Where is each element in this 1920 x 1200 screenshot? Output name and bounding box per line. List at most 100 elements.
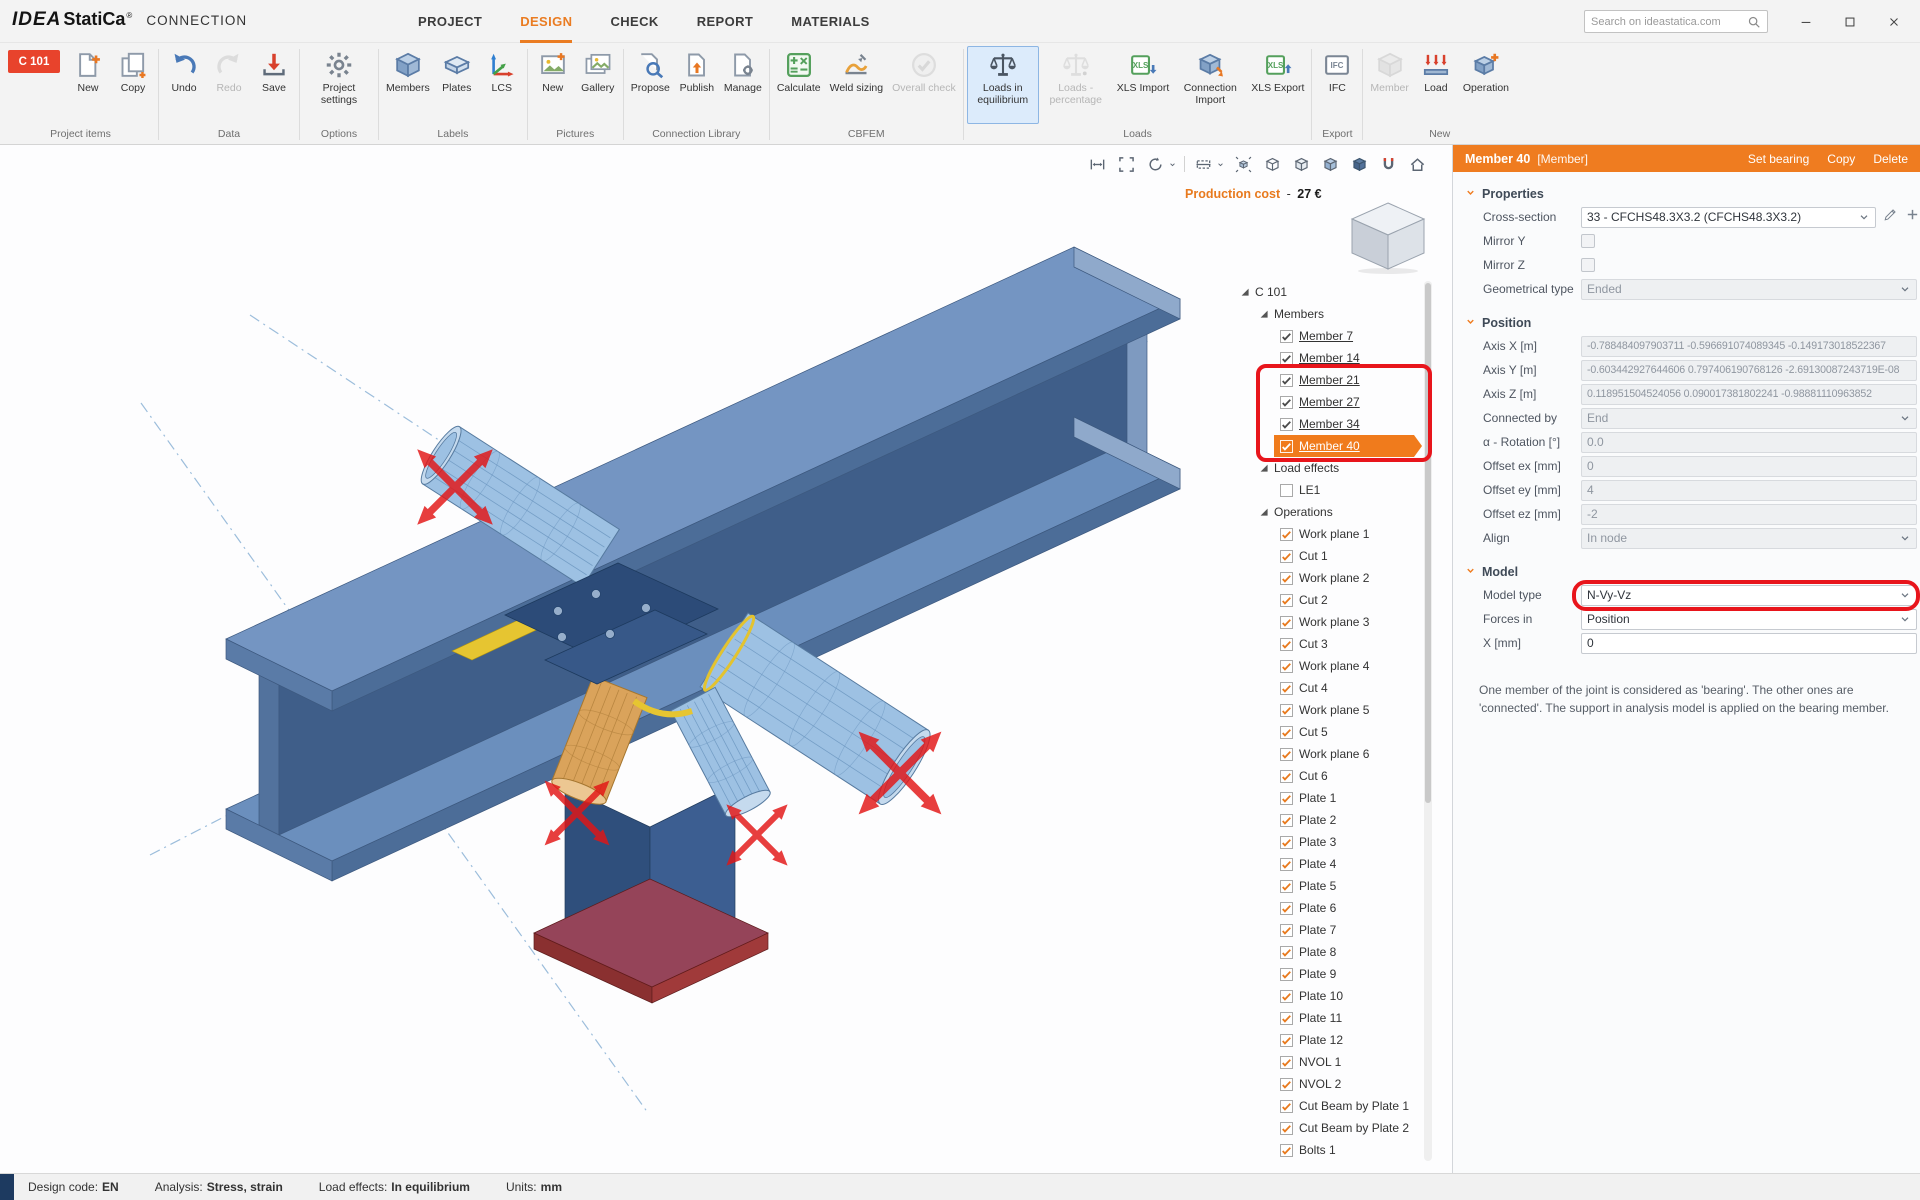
tree-item-member-14[interactable]: Member 14: [1232, 347, 1422, 369]
ribbon-button-weld-sizing[interactable]: Weld sizing: [826, 46, 888, 124]
tree-item-plate-9[interactable]: Plate 9: [1232, 963, 1422, 985]
checkbox-checked[interactable]: [1280, 989, 1293, 1003]
checkbox-checked[interactable]: [1280, 1143, 1293, 1157]
tree-item-nvol-1[interactable]: NVOL 1: [1232, 1051, 1422, 1073]
checkbox-checked[interactable]: [1280, 901, 1293, 915]
checkbox-checked[interactable]: [1280, 1011, 1293, 1025]
forces-in-select[interactable]: Position: [1581, 608, 1917, 630]
checkbox-checked[interactable]: [1280, 549, 1293, 563]
menu-tab-report[interactable]: REPORT: [697, 0, 754, 43]
ribbon-button-connection-import[interactable]: Connection Import: [1174, 46, 1246, 124]
expander-icon[interactable]: [1259, 463, 1269, 473]
checkbox-unchecked[interactable]: [1280, 483, 1293, 497]
menu-tab-design[interactable]: DESIGN: [520, 0, 573, 43]
checkbox-checked[interactable]: [1280, 769, 1293, 783]
checkbox-checked[interactable]: [1280, 440, 1293, 453]
menu-tab-check[interactable]: CHECK: [610, 0, 658, 43]
section-header-position[interactable]: Position: [1453, 307, 1920, 334]
tree-item-work-plane-1[interactable]: Work plane 1: [1232, 523, 1422, 545]
checkbox-checked[interactable]: [1280, 373, 1293, 387]
tree-item-plate-4[interactable]: Plate 4: [1232, 853, 1422, 875]
checkbox-checked[interactable]: [1280, 703, 1293, 717]
tree-item-members[interactable]: Members: [1232, 303, 1422, 325]
ribbon-button-gallery[interactable]: Gallery: [576, 46, 620, 124]
project-item-badge[interactable]: C 101: [8, 50, 60, 73]
checkbox-checked[interactable]: [1280, 351, 1293, 365]
tree-item-cut-4[interactable]: Cut 4: [1232, 677, 1422, 699]
mirror-z-checkbox[interactable]: [1581, 258, 1595, 272]
ribbon-button-calculate[interactable]: Calculate: [773, 46, 825, 124]
hidden-line-view-icon[interactable]: [1290, 153, 1312, 175]
tree-item-plate-7[interactable]: Plate 7: [1232, 919, 1422, 941]
checkbox-checked[interactable]: [1280, 1055, 1293, 1069]
ribbon-button-operation[interactable]: Operation: [1459, 46, 1513, 124]
plus-icon[interactable]: [1905, 207, 1920, 227]
tree-item-nvol-2[interactable]: NVOL 2: [1232, 1073, 1422, 1095]
checkbox-checked[interactable]: [1280, 945, 1293, 959]
checkbox-checked[interactable]: [1280, 1121, 1293, 1135]
expander-icon[interactable]: [1259, 507, 1269, 517]
close-button[interactable]: [1872, 0, 1916, 43]
tree-item-plate-5[interactable]: Plate 5: [1232, 875, 1422, 897]
checkbox-checked[interactable]: [1280, 967, 1293, 981]
tree-item-member-40[interactable]: Member 40: [1274, 435, 1422, 457]
cross-section-select[interactable]: 33 - CFCHS48.3X3.2 (CFCHS48.3X3.2): [1581, 206, 1876, 228]
chevron-down-icon[interactable]: [1168, 160, 1177, 169]
tree-item-bolts-1[interactable]: Bolts 1: [1232, 1139, 1422, 1161]
ribbon-button-copy[interactable]: Copy: [111, 46, 155, 124]
tree-item-load-effects[interactable]: Load effects: [1232, 457, 1422, 479]
maximize-button[interactable]: [1828, 0, 1872, 43]
ribbon-button-xls-import[interactable]: XLS XLS Import: [1113, 46, 1174, 124]
pencil-icon[interactable]: [1883, 207, 1898, 227]
tree-item-plate-6[interactable]: Plate 6: [1232, 897, 1422, 919]
checkbox-checked[interactable]: [1280, 1033, 1293, 1047]
tree-scrollbar[interactable]: [1424, 281, 1432, 1161]
delete-member-button[interactable]: Delete: [1873, 152, 1908, 166]
mirror-y-checkbox[interactable]: [1581, 234, 1595, 248]
search-icon[interactable]: [1747, 15, 1767, 29]
solid-view-icon[interactable]: [1348, 153, 1370, 175]
ribbon-button-manage[interactable]: Manage: [720, 46, 766, 124]
explode-view-icon[interactable]: [1232, 153, 1254, 175]
tree-item-cut-2[interactable]: Cut 2: [1232, 589, 1422, 611]
ribbon-button-loads-in-equilibrium[interactable]: Loads in equilibrium: [966, 46, 1039, 124]
ribbon-button-publish[interactable]: Publish: [675, 46, 719, 124]
tree-item-cut-1[interactable]: Cut 1: [1232, 545, 1422, 567]
x-mm-input[interactable]: 0: [1581, 632, 1917, 654]
zoom-extents-icon[interactable]: [1115, 153, 1137, 175]
model-type-select[interactable]: N-Vy-Vz: [1581, 584, 1917, 606]
ribbon-button-save[interactable]: Save: [252, 46, 296, 124]
fit-width-icon[interactable]: [1086, 153, 1108, 175]
tree-item-member-34[interactable]: Member 34: [1232, 413, 1422, 435]
checkbox-checked[interactable]: [1280, 329, 1293, 343]
tree-item-cut-3[interactable]: Cut 3: [1232, 633, 1422, 655]
checkbox-checked[interactable]: [1280, 527, 1293, 541]
tree-item-work-plane-4[interactable]: Work plane 4: [1232, 655, 1422, 677]
navigation-cube[interactable]: [1340, 197, 1436, 275]
checkbox-checked[interactable]: [1280, 857, 1293, 871]
ribbon-button-undo[interactable]: Undo: [162, 46, 206, 124]
tree-item-member-21[interactable]: Member 21: [1232, 369, 1422, 391]
tree-item-cut-beam-by-plate-1[interactable]: Cut Beam by Plate 1: [1232, 1095, 1422, 1117]
tree-item-cut-beam-by-plate-2[interactable]: Cut Beam by Plate 2: [1232, 1117, 1422, 1139]
shaded-view-icon[interactable]: [1319, 153, 1341, 175]
checkbox-checked[interactable]: [1280, 791, 1293, 805]
tree-item-member-7[interactable]: Member 7: [1232, 325, 1422, 347]
tree-item-plate-2[interactable]: Plate 2: [1232, 809, 1422, 831]
checkbox-checked[interactable]: [1280, 835, 1293, 849]
expander-icon[interactable]: [1259, 309, 1269, 319]
tree-item-plate-12[interactable]: Plate 12: [1232, 1029, 1422, 1051]
viewport-3d[interactable]: Production cost - 27 € C 101 Members Membe…: [0, 145, 1452, 1173]
checkbox-checked[interactable]: [1280, 417, 1293, 431]
ribbon-button-ifc[interactable]: IFC IFC: [1315, 46, 1359, 124]
checkbox-checked[interactable]: [1280, 659, 1293, 673]
search-input[interactable]: [1585, 15, 1747, 28]
minimize-button[interactable]: [1784, 0, 1828, 43]
ribbon-button-lcs[interactable]: LCS: [480, 46, 524, 124]
tree-item-cut-6[interactable]: Cut 6: [1232, 765, 1422, 787]
checkbox-checked[interactable]: [1280, 637, 1293, 651]
checkbox-checked[interactable]: [1280, 813, 1293, 827]
ribbon-button-project-settings[interactable]: Project settings: [303, 46, 375, 124]
tree-item-operations[interactable]: Operations: [1232, 501, 1422, 523]
tree-item-work-plane-2[interactable]: Work plane 2: [1232, 567, 1422, 589]
